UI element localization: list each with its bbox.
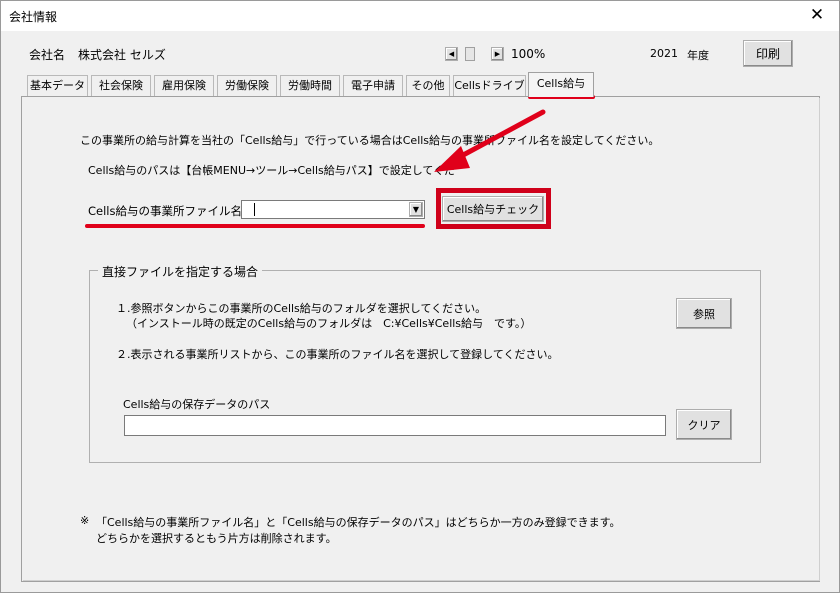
tab-cells-payroll[interactable]: Cells給与	[528, 72, 594, 97]
annotation-arrow-icon	[434, 109, 546, 172]
